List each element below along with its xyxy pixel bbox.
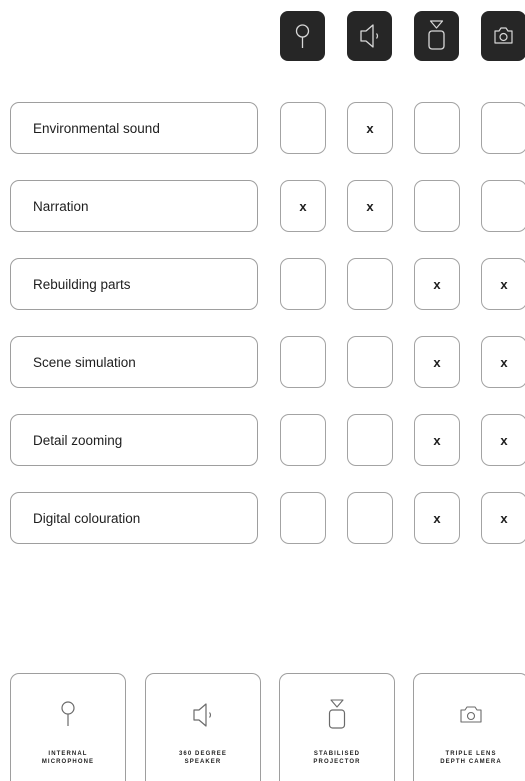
device-card-speaker[interactable]: 360 DEGREE SPEAKER bbox=[145, 673, 261, 781]
row-label-narration: Narration bbox=[10, 180, 258, 232]
grid-cell[interactable]: x bbox=[481, 414, 525, 466]
row-label-text: Environmental sound bbox=[33, 120, 160, 136]
grid-cell[interactable] bbox=[481, 180, 525, 232]
microphone-icon bbox=[295, 24, 310, 48]
header-projector bbox=[414, 11, 459, 61]
header-camera bbox=[481, 11, 525, 61]
grid-cell[interactable] bbox=[347, 258, 393, 310]
row-label-digital-colouration: Digital colouration bbox=[10, 492, 258, 544]
device-label-line1: STABILISED bbox=[313, 751, 361, 757]
device-label-line2: PROJECTOR bbox=[313, 759, 361, 765]
grid-cell[interactable] bbox=[347, 492, 393, 544]
grid-cell[interactable] bbox=[481, 102, 525, 154]
row-label-rebuilding-parts: Rebuilding parts bbox=[10, 258, 258, 310]
camera-icon bbox=[460, 706, 482, 723]
grid-cell[interactable]: x bbox=[347, 180, 393, 232]
row-label-text: Detail zooming bbox=[33, 432, 123, 448]
grid-cell[interactable]: x bbox=[414, 336, 460, 388]
device-label-line1: TRIPLE LENS bbox=[445, 751, 497, 757]
grid-cell[interactable] bbox=[414, 180, 460, 232]
device-label-line2: DEPTH CAMERA bbox=[440, 759, 502, 765]
device-label-line1: INTERNAL bbox=[48, 751, 88, 757]
grid-cell[interactable]: x bbox=[280, 180, 326, 232]
device-card-camera[interactable]: TRIPLE LENS DEPTH CAMERA bbox=[413, 673, 525, 781]
device-card-microphone[interactable]: INTERNAL MICROPHONE bbox=[10, 673, 126, 781]
grid-cell[interactable] bbox=[414, 102, 460, 154]
device-card-projector[interactable]: STABILISED PROJECTOR bbox=[279, 673, 395, 781]
row-label-text: Scene simulation bbox=[33, 354, 136, 370]
speaker-icon bbox=[193, 703, 212, 727]
grid-cell[interactable]: x bbox=[481, 258, 525, 310]
grid-cell[interactable] bbox=[280, 414, 326, 466]
grid-cell[interactable] bbox=[280, 492, 326, 544]
camera-icon bbox=[494, 27, 513, 44]
device-label: 360 DEGREE SPEAKER bbox=[146, 750, 260, 766]
grid-cell[interactable]: x bbox=[414, 414, 460, 466]
grid-cell[interactable]: x bbox=[414, 492, 460, 544]
grid-cell[interactable]: x bbox=[481, 492, 525, 544]
row-label-text: Rebuilding parts bbox=[33, 276, 131, 292]
grid-cell[interactable]: x bbox=[481, 336, 525, 388]
grid-cell[interactable]: x bbox=[414, 258, 460, 310]
projector-icon bbox=[328, 699, 346, 729]
header-microphone bbox=[280, 11, 325, 61]
device-label: STABILISED PROJECTOR bbox=[280, 750, 394, 766]
microphone-icon bbox=[61, 701, 75, 726]
projector-icon bbox=[428, 20, 445, 50]
device-label-line2: MICROPHONE bbox=[41, 759, 95, 765]
header-speaker bbox=[347, 11, 392, 61]
device-label: INTERNAL MICROPHONE bbox=[11, 750, 125, 766]
row-label-detail-zooming: Detail zooming bbox=[10, 414, 258, 466]
row-label-text: Digital colouration bbox=[33, 510, 141, 526]
grid-cell[interactable] bbox=[347, 414, 393, 466]
device-label-line1: 360 DEGREE bbox=[178, 751, 228, 757]
device-label-line2: SPEAKER bbox=[184, 759, 222, 765]
grid-cell[interactable] bbox=[280, 336, 326, 388]
device-label: TRIPLE LENS DEPTH CAMERA bbox=[414, 750, 525, 766]
grid-cell[interactable]: x bbox=[347, 102, 393, 154]
row-label-scene-simulation: Scene simulation bbox=[10, 336, 258, 388]
grid-cell[interactable] bbox=[280, 102, 326, 154]
grid-cell[interactable] bbox=[347, 336, 393, 388]
speaker-icon bbox=[360, 24, 379, 48]
grid-cell[interactable] bbox=[280, 258, 326, 310]
row-label-environmental-sound: Environmental sound bbox=[10, 102, 258, 154]
row-label-text: Narration bbox=[33, 198, 89, 214]
